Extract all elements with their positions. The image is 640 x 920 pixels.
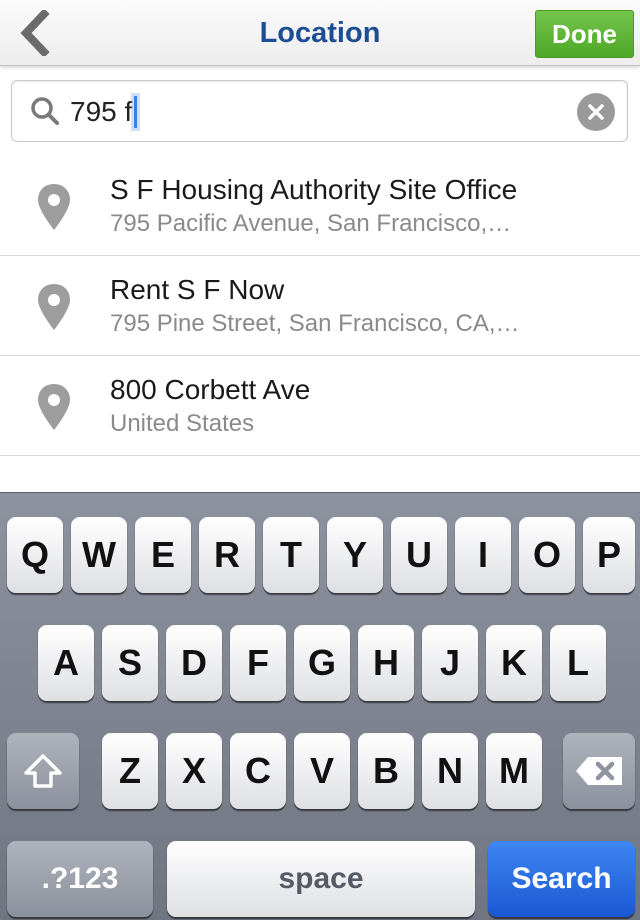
results-list: S F Housing Authority Site Office 795 Pa… — [0, 156, 640, 456]
back-button[interactable] — [6, 6, 62, 60]
navigation-bar: Location Done — [0, 0, 640, 66]
key-p[interactable]: P — [583, 517, 635, 593]
result-address: United States — [110, 410, 255, 437]
key-m[interactable]: M — [486, 733, 542, 809]
location-pin-icon — [38, 384, 70, 430]
result-address: 795 Pacific Avenue, San Francisco,… — [110, 210, 512, 237]
key-d[interactable]: D — [166, 625, 222, 701]
result-name: S F Housing Authority Site Office — [110, 174, 518, 205]
key-f[interactable]: F — [230, 625, 286, 701]
key-g[interactable]: G — [294, 625, 350, 701]
key-e[interactable]: E — [135, 517, 191, 593]
delete-key[interactable] — [563, 733, 635, 809]
key-r[interactable]: R — [199, 517, 255, 593]
space-key[interactable]: space — [167, 841, 475, 917]
result-name: 800 Corbett Ave — [110, 374, 311, 405]
key-b[interactable]: B — [358, 733, 414, 809]
key-y[interactable]: Y — [327, 517, 383, 593]
key-t[interactable]: T — [263, 517, 319, 593]
shift-icon — [24, 754, 62, 788]
key-k[interactable]: K — [486, 625, 542, 701]
location-pin-icon — [38, 284, 70, 330]
keyboard: Q W E R T Y U I O P A S D F G H J K L Z … — [0, 492, 640, 920]
clear-icon — [588, 104, 604, 120]
result-address: 795 Pine Street, San Francisco, CA,… — [110, 310, 520, 337]
key-z[interactable]: Z — [102, 733, 158, 809]
key-s[interactable]: S — [102, 625, 158, 701]
search-key[interactable]: Search — [488, 841, 635, 917]
location-pin-icon — [38, 184, 70, 230]
page-title: Location — [259, 17, 381, 49]
key-w[interactable]: W — [71, 517, 127, 593]
search-bar: 795 f — [0, 67, 640, 157]
key-a[interactable]: A — [38, 625, 94, 701]
list-item[interactable]: 800 Corbett Ave United States — [0, 356, 640, 456]
result-name: Rent S F Now — [110, 274, 285, 305]
key-v[interactable]: V — [294, 733, 350, 809]
key-n[interactable]: N — [422, 733, 478, 809]
text-cursor — [134, 95, 138, 128]
backspace-icon — [576, 757, 622, 785]
key-q[interactable]: Q — [7, 517, 63, 593]
key-l[interactable]: L — [550, 625, 606, 701]
key-x[interactable]: X — [166, 733, 222, 809]
shift-key[interactable] — [7, 733, 79, 809]
numbers-key[interactable]: .?123 — [7, 841, 153, 917]
key-j[interactable]: J — [422, 625, 478, 701]
magnifier-icon — [31, 97, 59, 125]
key-i[interactable]: I — [455, 517, 511, 593]
key-h[interactable]: H — [358, 625, 414, 701]
key-c[interactable]: C — [230, 733, 286, 809]
search-input[interactable]: 795 f — [70, 94, 138, 130]
key-u[interactable]: U — [391, 517, 447, 593]
key-o[interactable]: O — [519, 517, 575, 593]
clear-button[interactable] — [577, 93, 615, 131]
chevron-left-icon — [20, 10, 50, 56]
list-item[interactable]: Rent S F Now 795 Pine Street, San Franci… — [0, 256, 640, 356]
search-input-text: 795 f — [70, 96, 133, 127]
search-field[interactable]: 795 f — [11, 80, 628, 142]
list-item[interactable]: S F Housing Authority Site Office 795 Pa… — [0, 156, 640, 256]
done-button[interactable]: Done — [535, 10, 634, 58]
